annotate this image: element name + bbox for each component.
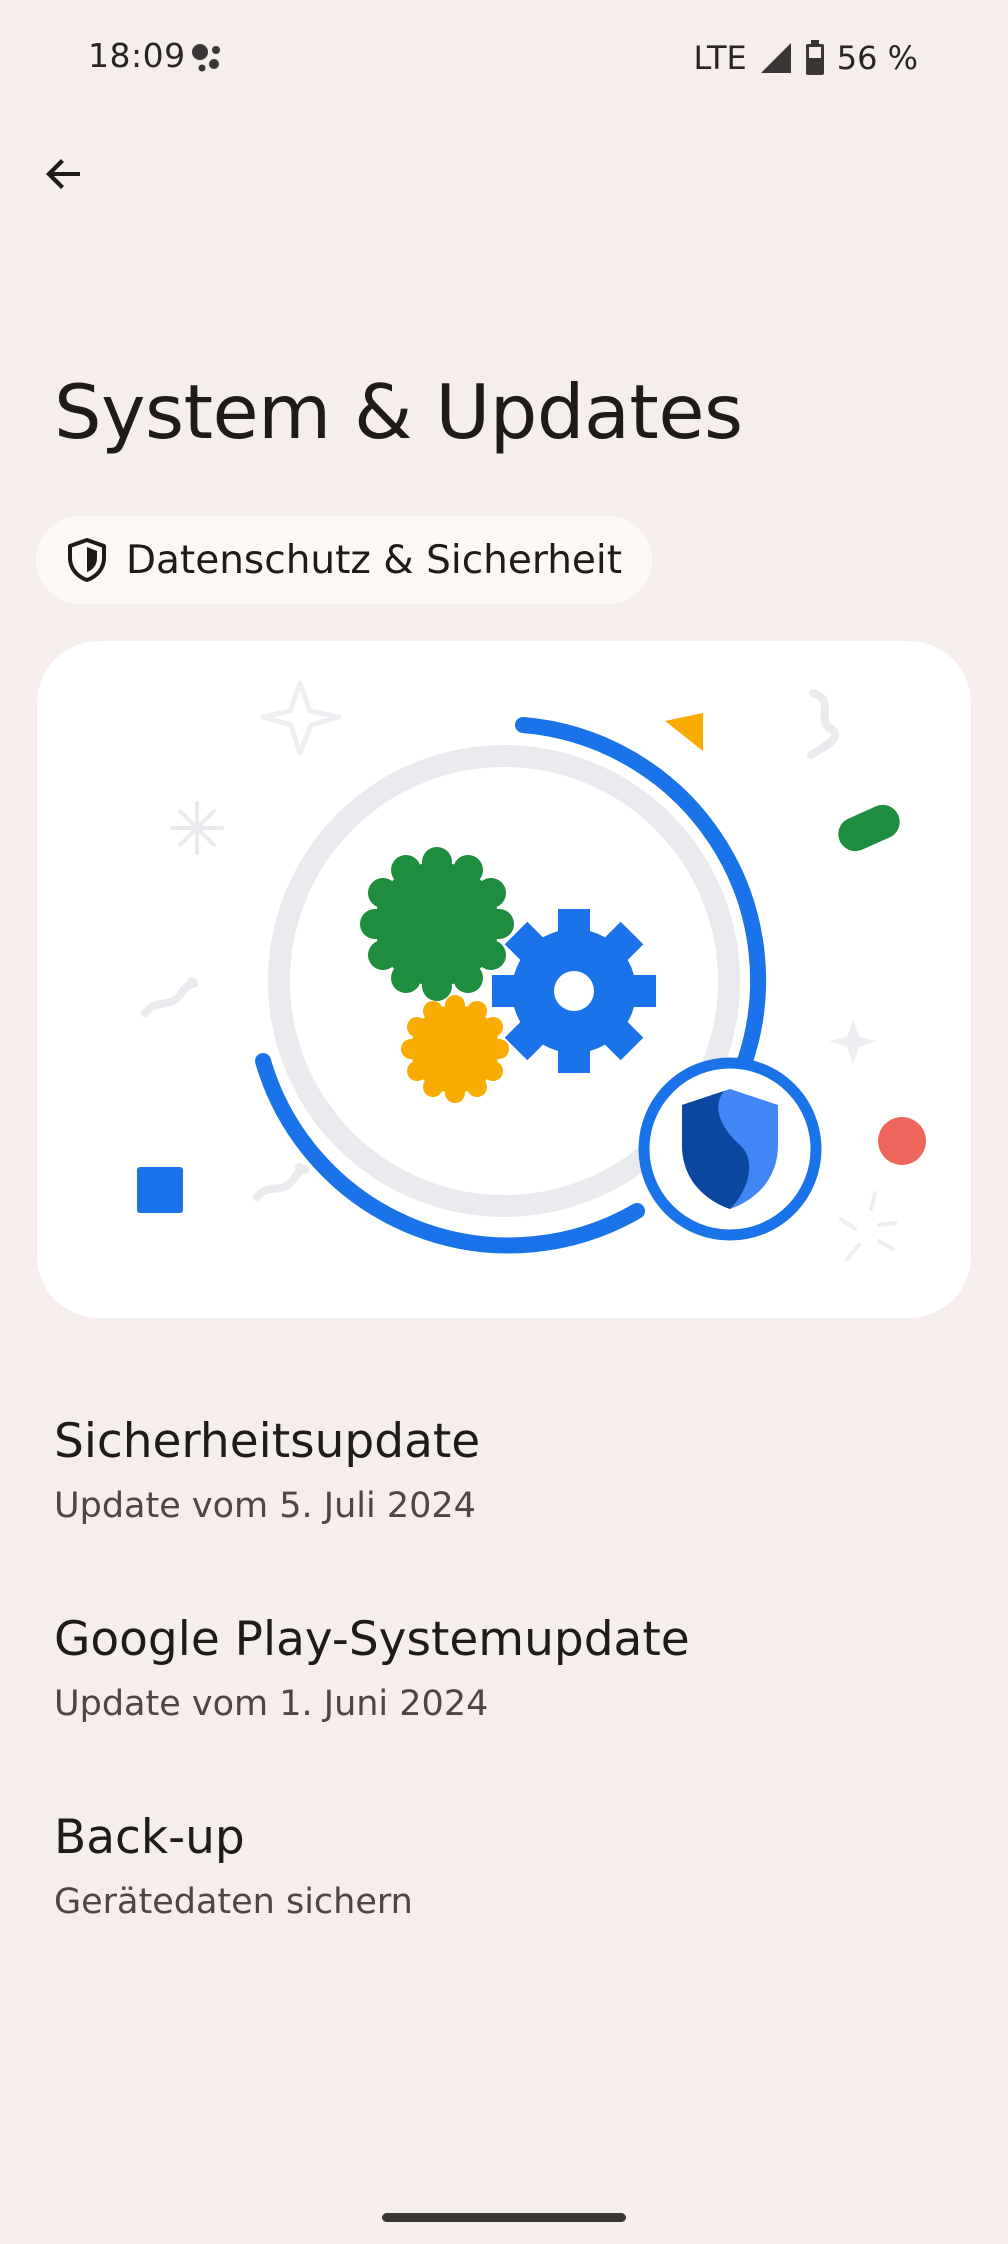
list-item-subtitle: Update vom 5. Juli 2024 <box>54 1486 476 1526</box>
list-item-play-system-update[interactable]: Google Play-Systemupdate Update vom 1. J… <box>0 1578 1008 1776</box>
list-item-backup[interactable]: Back-up Gerätedaten sichern <box>0 1776 1008 1974</box>
list-item-subtitle: Update vom 1. Juni 2024 <box>54 1684 489 1724</box>
signal-icon <box>760 43 791 73</box>
gesture-nav-handle[interactable] <box>382 2213 626 2222</box>
sparkle-outline <box>260 680 342 756</box>
squiggle <box>807 689 840 759</box>
green-pill <box>838 804 900 852</box>
green-badge-shape <box>360 847 514 1001</box>
red-dot <box>878 1117 926 1165</box>
yellow-triangle <box>665 713 703 751</box>
squiggle <box>253 1163 310 1201</box>
status-indicators: LTE 56 % <box>694 36 918 80</box>
breadcrumb-label: Datenschutz & Sicherheit <box>126 537 623 583</box>
arrow-back-icon <box>46 159 80 189</box>
yellow-badge-shape <box>401 995 509 1103</box>
back-button[interactable] <box>30 140 98 208</box>
burst-outline <box>839 1191 897 1261</box>
blue-square <box>137 1167 183 1213</box>
status-time: 18:09 <box>88 36 186 75</box>
breadcrumb-chip[interactable]: Datenschutz & Sicherheit <box>36 516 653 604</box>
page-title: System & Updates <box>54 368 743 456</box>
status-bar: 18:09 LTE 56 % <box>0 0 1008 116</box>
sparkle-outline <box>829 1019 877 1065</box>
squiggle <box>141 977 199 1017</box>
burst-outline <box>170 801 224 855</box>
security-illustration <box>137 680 926 1261</box>
network-type: LTE <box>693 39 747 77</box>
shield-badge-icon <box>638 1057 822 1241</box>
assistant-icon <box>192 44 220 72</box>
list-item-title: Sicherheitsupdate <box>54 1414 481 1469</box>
battery-percentage: 56 % <box>836 39 918 77</box>
list-item-security-update[interactable]: Sicherheitsupdate Update vom 5. Juli 202… <box>0 1380 1008 1578</box>
list-item-subtitle: Gerätedaten sichern <box>54 1882 413 1922</box>
settings-list: Sicherheitsupdate Update vom 5. Juli 202… <box>0 1380 1008 1974</box>
gear-icon <box>492 909 656 1073</box>
list-item-title: Google Play-Systemupdate <box>54 1612 690 1667</box>
shield-outline-icon <box>68 538 106 582</box>
battery-icon <box>805 40 824 75</box>
list-item-title: Back-up <box>54 1810 245 1865</box>
hero-illustration-card <box>37 641 971 1318</box>
